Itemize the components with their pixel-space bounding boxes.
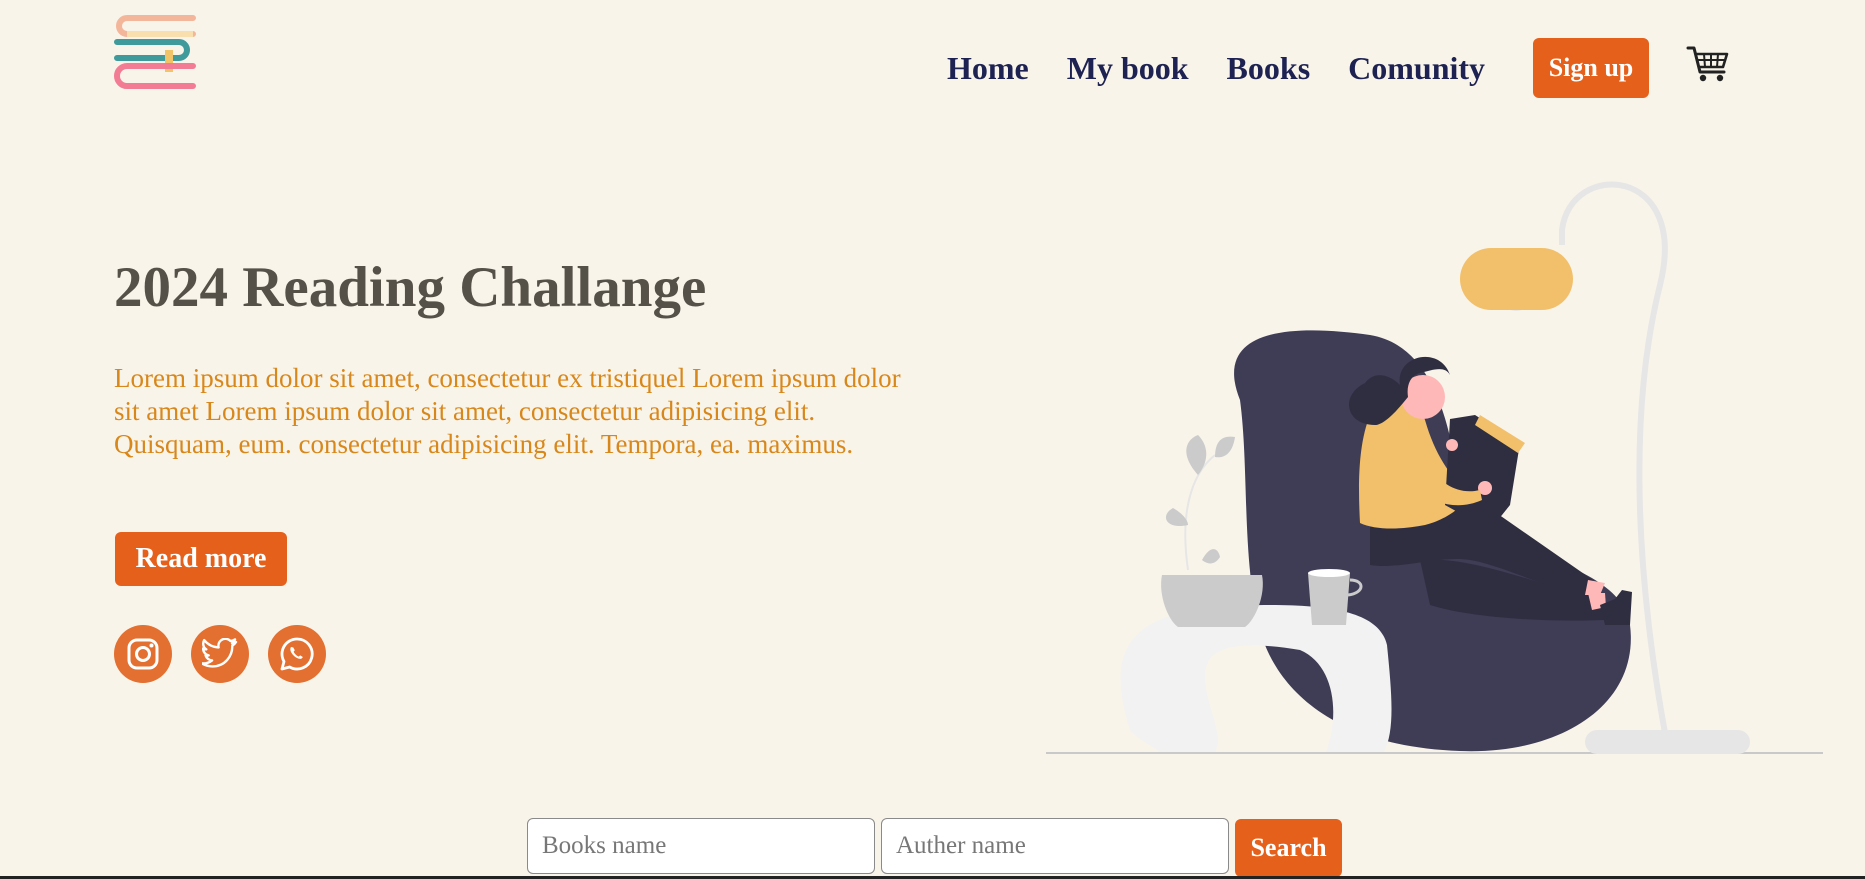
hero-description: Lorem ipsum dolor sit amet, consectetur … — [114, 363, 901, 459]
author-name-input[interactable] — [881, 818, 1229, 874]
main-nav: Home My book Books Comunity — [947, 48, 1523, 88]
whatsapp-icon[interactable] — [268, 625, 326, 683]
nav-books[interactable]: Books — [1227, 48, 1311, 88]
instagram-icon[interactable] — [114, 625, 172, 683]
shopping-cart-icon[interactable] — [1686, 44, 1730, 84]
stacked-books-logo-icon — [114, 15, 196, 89]
hero-title: 2024 Reading Challange — [114, 256, 707, 319]
signup-button[interactable]: Sign up — [1533, 38, 1649, 98]
nav-my-book[interactable]: My book — [1067, 48, 1189, 88]
search-button[interactable]: Search — [1235, 819, 1342, 877]
nav-home[interactable]: Home — [947, 48, 1029, 88]
woman-reading-in-beanbag-illustration — [1040, 175, 1830, 760]
logo[interactable] — [113, 14, 197, 96]
book-search-form: Search — [527, 818, 1342, 877]
read-more-button[interactable]: Read more — [115, 532, 287, 586]
nav-comunity[interactable]: Comunity — [1348, 48, 1485, 88]
books-name-input[interactable] — [527, 818, 875, 874]
twitter-icon[interactable] — [191, 625, 249, 683]
